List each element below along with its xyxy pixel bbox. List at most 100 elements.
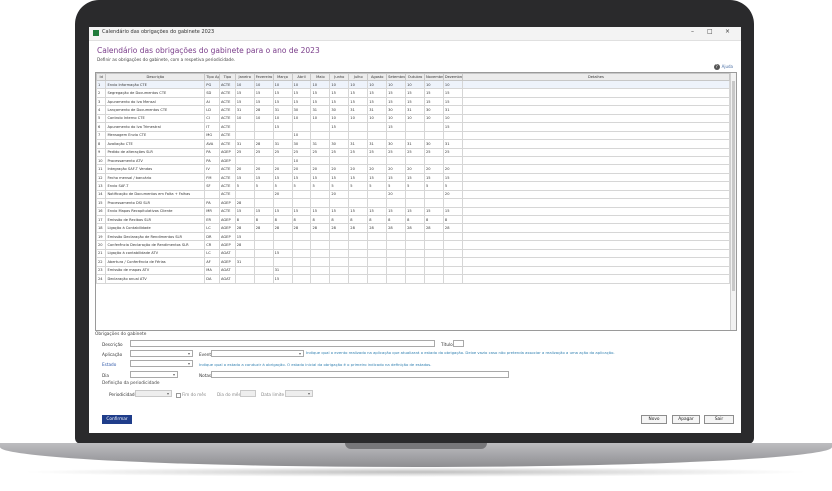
window-title: Calendário das obrigações do gabinete 20… <box>102 29 215 35</box>
column-header[interactable]: Junho <box>329 73 350 81</box>
table-cell: 30 <box>386 105 407 115</box>
minimize-icon[interactable]: – <box>691 28 694 35</box>
table-cell <box>310 231 331 242</box>
table-cell: 5 <box>442 181 463 191</box>
column-header[interactable]: Detalhes <box>461 73 731 81</box>
table-cell: ACTE <box>219 139 236 149</box>
titulo-input[interactable] <box>453 340 464 347</box>
table-cell: 15 <box>442 96 463 107</box>
table-row[interactable]: 7 Mensagem Envio CTE MG ACTE 10 <box>96 130 731 141</box>
table-row[interactable]: 24 Declaração anual ATV DA AGAT 15 <box>96 274 731 284</box>
table-cell: CI <box>204 113 220 124</box>
help-link[interactable]: ? Ajuda <box>713 64 733 70</box>
table-row[interactable]: 15 Processamento DSI SLR PA AGEP 28 <box>96 198 731 208</box>
table-cell <box>461 265 731 276</box>
chevron-down-icon: ▾ <box>172 372 175 377</box>
table-cell: 20 <box>272 164 293 174</box>
table-cell: 21 <box>96 248 107 259</box>
table-row[interactable]: 17 Emissão de Recibos SLR ER AGEP 8 8 8 8 8 8 8 8 8 8… <box>96 214 731 225</box>
maximize-icon[interactable]: □ <box>707 28 713 35</box>
column-header[interactable]: Agosto <box>367 73 388 81</box>
table-row[interactable]: 14 Notificação de Documentos em Falta + F… <box>96 189 731 200</box>
table-cell <box>405 248 425 259</box>
column-header[interactable]: Julho <box>348 73 369 81</box>
table-cell: 20 <box>291 164 312 174</box>
table-cell: 15 <box>291 172 312 183</box>
table-cell: 10 <box>272 113 293 124</box>
table-cell: 20 <box>96 240 107 250</box>
table-cell: 10 <box>348 79 369 90</box>
table-row[interactable]: 21 Ligação à contabilidade ATV LC AGAT 15 <box>96 248 731 259</box>
table-cell <box>253 122 274 132</box>
table-cell <box>386 130 407 141</box>
table-cell <box>386 155 407 166</box>
chevron-down-icon: ▾ <box>298 351 301 356</box>
confirm-button[interactable]: Confirmar <box>102 415 132 424</box>
table-row[interactable]: 11 Integração SAF-T Vendas IV ACTE 20 20 20 20 2… <box>96 164 731 174</box>
table-cell: 15 <box>291 96 312 107</box>
table-row[interactable]: 10 Processamento ATV PA AGEP 10 <box>96 155 731 166</box>
column-header[interactable]: Maio <box>310 73 331 81</box>
table-cell: 19 <box>96 231 107 242</box>
grid-scrollbar[interactable] <box>730 73 736 330</box>
table-row[interactable]: 13 Envio SAF-T SF ACTE 5 5 5 5 5 5 5 5 5 5 5 5 <box>96 181 731 191</box>
column-header[interactable]: Tipo Aplic. <box>204 73 220 81</box>
column-header[interactable]: Dezembro <box>442 73 463 81</box>
table-row[interactable]: 2 Segregação de Documentos CTE SD ACTE 15 15 1… <box>96 88 731 98</box>
column-header[interactable]: Descrição <box>105 73 206 81</box>
table-cell: 10 <box>367 79 388 90</box>
column-header[interactable]: Janeiro <box>234 73 255 81</box>
table-row[interactable]: 22 Abertura / Conferência de Férias AF AGEP… <box>96 257 731 267</box>
column-header[interactable]: Abril <box>291 73 312 81</box>
column-header[interactable]: Março <box>272 73 293 81</box>
table-row[interactable]: 3 Apuramento do Iva Mensal AI ACTE 15 15 15 15 1… <box>96 96 731 107</box>
column-header[interactable]: Novembro <box>423 73 444 81</box>
table-cell <box>405 189 425 200</box>
notas-input[interactable] <box>211 371 509 378</box>
table-cell: 12 <box>96 172 107 183</box>
close-icon[interactable]: × <box>725 28 730 35</box>
table-cell: 15 <box>348 172 369 183</box>
column-header[interactable]: Id <box>96 73 107 81</box>
table-cell: 20 <box>405 164 425 174</box>
estado-select[interactable]: ▾ <box>130 360 193 367</box>
chevron-down-icon: ▾ <box>166 391 169 396</box>
table-cell <box>405 155 425 166</box>
table-row[interactable]: 16 Envio Mapas Recapitulativos Cliente MR A… <box>96 206 731 217</box>
table-cell: 8 <box>405 214 425 225</box>
table-row[interactable]: 18 Ligação à Contabilidade LC AGEP 28 28 28 28 2… <box>96 223 731 233</box>
column-header[interactable]: Tipo <box>219 73 236 81</box>
fim-de-mes-checkbox[interactable]: Fim do mês <box>176 392 206 398</box>
descricao-input[interactable] <box>130 340 435 347</box>
dia-do-mes-input[interactable] <box>240 390 256 397</box>
data-limite-input[interactable]: ▾ <box>285 390 313 397</box>
table-row[interactable]: 5 Controlo Interno CTE CI ACTE 10 10 10 10 10 10 1… <box>96 113 731 124</box>
table-row[interactable]: 19 Emissão Declaração de Rendimentos SLR D… <box>96 231 731 242</box>
column-header[interactable]: Fevereiro <box>253 73 274 81</box>
table-row[interactable]: 9 Pedido de alterações SLR PA AGEP 25 25 25 25 2… <box>96 147 731 157</box>
aplicacao-select[interactable]: ▾ <box>130 350 193 357</box>
table-row[interactable]: 12 Fecho mensal / bancário FM ACTE 15 15 15 15 1… <box>96 172 731 183</box>
column-header[interactable]: Outubro <box>405 73 425 81</box>
periodicidade-label: Periodicidade <box>109 392 138 397</box>
delete-button[interactable]: Apagar <box>672 415 700 424</box>
table-row[interactable]: 1 Envio Informação CTE PG ACTE 10 10 10 10 10 10 1… <box>96 79 731 90</box>
new-button[interactable]: Novo <box>641 415 667 424</box>
table-cell: LD <box>204 105 220 115</box>
evento-select[interactable]: ▾ <box>211 350 304 357</box>
table-cell: Conferência Declaração de Rendimentos SL… <box>105 240 206 250</box>
table-cell <box>348 274 369 284</box>
exit-button[interactable]: Sair <box>704 415 734 424</box>
table-row[interactable]: 20 Conferência Declaração de Rendimentos … <box>96 240 731 250</box>
dia-select[interactable]: ▾ <box>130 371 178 378</box>
column-header[interactable]: Setembro <box>386 73 407 81</box>
table-row[interactable]: 8 Avaliação CTE AVA ACTE 31 28 31 30 31 30 31 31 30 3… <box>96 139 731 149</box>
table-row[interactable]: 23 Emissão de mapas ATV MA AGAT 31 <box>96 265 731 276</box>
scrollbar-thumb[interactable] <box>732 81 735 291</box>
table-row[interactable]: 4 Lançamento de Documentos CTE LD ACTE 31 28 3… <box>96 105 731 115</box>
obligations-grid[interactable]: IdDescriçãoTipo Aplic.TipoJaneiroFeverei… <box>95 72 737 331</box>
table-row[interactable]: 6 Apuramento do Iva Trimestral IT ACTE 15 15 1… <box>96 122 731 132</box>
table-cell <box>234 122 255 132</box>
periodicidade-select[interactable]: ▾ <box>135 390 172 397</box>
table-cell <box>386 198 407 208</box>
